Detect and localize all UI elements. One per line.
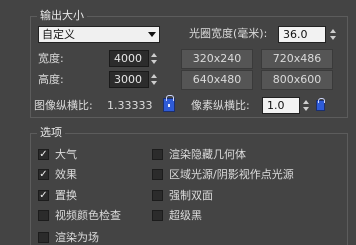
output-size-title: 输出大小	[37, 9, 87, 23]
image-aspect-label: 图像纵横比:	[34, 99, 93, 112]
aperture-field[interactable]: 36.0	[278, 26, 326, 43]
video-color-check-label: 视频颜色检查	[55, 209, 121, 222]
render-hidden-geometry-label: 渲染隐藏几何体	[169, 148, 246, 161]
spinner-down-icon	[151, 60, 157, 64]
preset-720x486-button[interactable]: 720x486	[261, 49, 333, 69]
render-to-fields-label: 渲染为场	[55, 231, 99, 244]
force-two-sided-label: 强制双面	[169, 189, 213, 202]
atmosphere-checkbox[interactable]: ✓	[38, 149, 49, 160]
preset-640x480-button[interactable]: 640x480	[181, 70, 253, 90]
aperture-spinner[interactable]	[330, 26, 338, 43]
lock-pixel-aspect-icon[interactable]	[316, 98, 325, 111]
pixel-aspect-spinner[interactable]	[303, 97, 311, 114]
spinner-up-icon	[330, 29, 336, 33]
spinner-down-icon	[151, 81, 157, 85]
force-two-sided-checkbox[interactable]	[152, 190, 163, 201]
aperture-label: 光圈宽度(毫米):	[189, 27, 268, 40]
width-field[interactable]: 4000	[109, 50, 149, 67]
chevron-down-icon	[148, 32, 156, 37]
spinner-up-icon	[151, 74, 157, 78]
image-aspect-value: 1.33333	[107, 99, 153, 112]
height-label: 高度:	[38, 73, 64, 86]
height-field[interactable]: 3000	[109, 71, 149, 88]
preset-800x600-button[interactable]: 800x600	[261, 70, 333, 90]
height-spinner[interactable]	[151, 71, 159, 88]
pixel-aspect-label: 像素纵横比:	[191, 99, 250, 112]
output-size-preset-select[interactable]: 自定义	[38, 26, 160, 43]
spinner-up-icon	[303, 100, 309, 104]
lock-image-aspect-icon[interactable]	[163, 95, 175, 112]
preset-select-value: 自定义	[42, 28, 75, 41]
spinner-down-icon	[330, 36, 336, 40]
area-lights-as-points-checkbox[interactable]	[152, 169, 163, 180]
spinner-down-icon	[303, 107, 309, 111]
super-black-checkbox[interactable]	[152, 210, 163, 221]
atmosphere-label: 大气	[55, 148, 77, 161]
pixel-aspect-field[interactable]: 1.0	[262, 97, 300, 114]
super-black-label: 超级黑	[169, 209, 202, 222]
video-color-check-checkbox[interactable]	[38, 210, 49, 221]
render-setup-panel: 输出大小 自定义 光圈宽度(毫米): 36.0 宽度: 4000 高度: 300…	[0, 0, 356, 245]
width-spinner[interactable]	[151, 50, 159, 67]
width-label: 宽度:	[38, 52, 64, 65]
render-hidden-geometry-checkbox[interactable]	[152, 149, 163, 160]
preset-320x240-button[interactable]: 320x240	[181, 49, 253, 69]
render-to-fields-checkbox[interactable]	[38, 232, 49, 243]
spinner-up-icon	[151, 53, 157, 57]
area-lights-as-points-label: 区域光源/阴影视作点光源	[169, 168, 294, 181]
options-title: 选项	[37, 126, 65, 140]
effects-label: 效果	[55, 168, 77, 181]
displacement-checkbox[interactable]: ✓	[38, 190, 49, 201]
effects-checkbox[interactable]: ✓	[38, 169, 49, 180]
displacement-label: 置换	[55, 189, 77, 202]
